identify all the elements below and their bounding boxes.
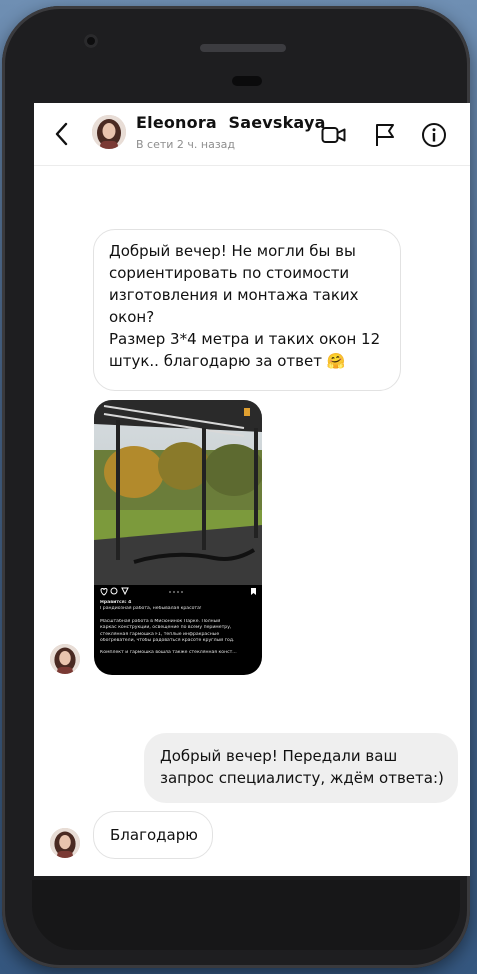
avatar-image (50, 828, 80, 858)
avatar[interactable] (92, 115, 126, 149)
incoming-message[interactable]: Добрый вечер! Не могли бы вы сориентиров… (93, 229, 401, 391)
message-line: Благодарю (110, 826, 198, 844)
video-camera-icon (321, 127, 346, 143)
message-line: изготовления и монтажа таких (109, 286, 359, 304)
message-line: штук.. благодарю за ответ 🤗 (109, 352, 346, 370)
avatar-image (50, 644, 80, 674)
caption-line: обогреватели, чтобы радоваться красоте к… (100, 638, 235, 644)
message-line: Добрый вечер! Передали ваш (160, 747, 398, 765)
message-line: запрос специалисту, ждём ответа:) (160, 769, 444, 787)
chat-header: Eleonora Saevskaya В сети 2 ч. назад (34, 103, 470, 166)
back-button[interactable] (50, 119, 74, 149)
post-caption: Нравится: 4 Грандиозная работа, небывала… (100, 600, 258, 657)
message-line: Размер 3*4 метра и таких окон 12 (109, 330, 381, 348)
video-call-button[interactable] (320, 121, 348, 149)
shared-post[interactable]: Нравится: 4 Грандиозная работа, небывала… (94, 400, 262, 675)
post-photo (94, 400, 262, 585)
sender-avatar[interactable] (50, 644, 80, 674)
chevron-left-icon (55, 122, 68, 146)
message-line: окон? (109, 308, 155, 326)
incoming-message[interactable]: Благодарю (93, 811, 213, 859)
phone-chin (32, 880, 460, 950)
outgoing-message[interactable]: Добрый вечер! Передали ваш запрос специа… (144, 733, 458, 803)
caption-line: Комплект и гармошка вошла также стеклянн… (100, 650, 237, 656)
info-button[interactable] (420, 121, 448, 149)
message-line: Добрый вечер! Не могли бы вы (109, 242, 356, 260)
contact-name[interactable]: Eleonora Saevskaya (136, 113, 326, 132)
flag-icon (376, 124, 394, 146)
earpiece-speaker (200, 44, 286, 52)
avatar-image (92, 115, 126, 149)
chat-screen: Eleonora Saevskaya В сети 2 ч. назад Доб… (34, 103, 470, 876)
proximity-sensor (232, 76, 262, 86)
message-line: сориентировать по стоимости (109, 264, 350, 282)
sender-avatar[interactable] (50, 828, 80, 858)
front-camera (84, 34, 98, 48)
post-actions-bar (100, 587, 256, 596)
phone-frame: Eleonora Saevskaya В сети 2 ч. назад Доб… (2, 6, 470, 968)
info-icon (422, 123, 446, 147)
report-button[interactable] (371, 121, 399, 149)
online-status: В сети 2 ч. назад (136, 138, 236, 151)
